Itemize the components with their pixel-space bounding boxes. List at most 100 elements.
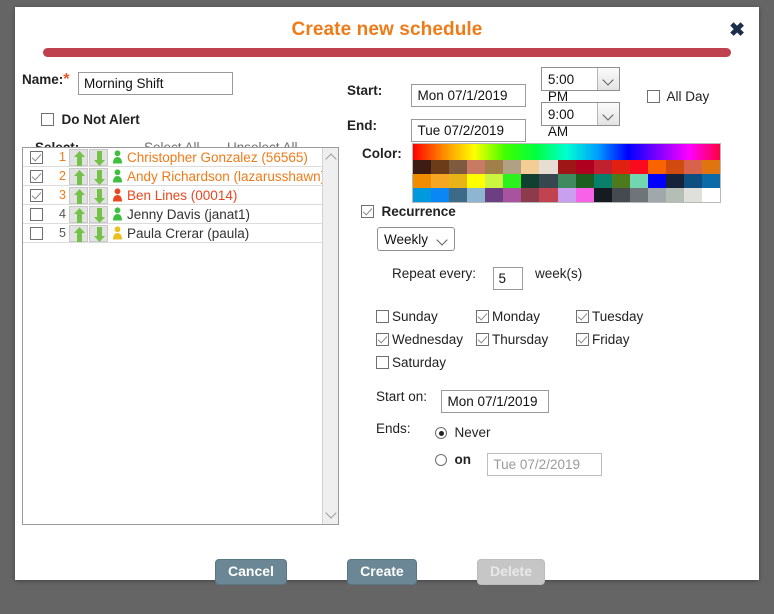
weekday-checkbox[interactable]	[376, 333, 389, 346]
ends-on-option[interactable]: on	[435, 451, 603, 476]
color-swatch[interactable]	[449, 188, 468, 202]
color-swatch[interactable]	[413, 160, 432, 174]
ends-on-radio[interactable]	[435, 454, 447, 466]
ends-on-date-input[interactable]	[487, 453, 603, 476]
color-swatch[interactable]	[431, 160, 450, 174]
color-swatch[interactable]	[449, 160, 468, 174]
color-swatch[interactable]	[683, 174, 702, 188]
person-reorder-cell[interactable]	[66, 186, 108, 204]
cancel-button[interactable]: Cancel	[215, 559, 287, 585]
color-swatch[interactable]	[467, 174, 486, 188]
color-swatch[interactable]	[449, 174, 468, 188]
color-swatch[interactable]	[413, 174, 432, 188]
weekday-option-sunday[interactable]: Sunday	[376, 308, 438, 326]
color-swatch[interactable]	[629, 174, 648, 188]
color-swatch[interactable]	[557, 160, 576, 174]
person-reorder-cell[interactable]	[66, 224, 108, 242]
color-swatch[interactable]	[611, 188, 630, 202]
table-row[interactable]: 1 Christopher Gonzalez (56565)	[23, 148, 322, 167]
move-down-icon[interactable]	[89, 186, 108, 204]
weekday-checkbox[interactable]	[576, 333, 589, 346]
frequency-select[interactable]: Weekly	[377, 227, 455, 251]
table-row[interactable]: 3 Ben Lines (00014)	[23, 186, 322, 205]
color-swatch[interactable]	[683, 188, 702, 202]
person-checkbox-cell[interactable]	[23, 188, 49, 202]
move-up-icon[interactable]	[69, 186, 88, 204]
color-swatch[interactable]	[611, 160, 630, 174]
color-swatch[interactable]	[665, 160, 684, 174]
color-swatch[interactable]	[575, 188, 594, 202]
color-swatch[interactable]	[503, 174, 522, 188]
start-time-select[interactable]: 5:00 PM	[540, 67, 620, 104]
color-swatch[interactable]	[557, 174, 576, 188]
color-swatch[interactable]	[629, 188, 648, 202]
listbox-scrollbar[interactable]	[322, 148, 338, 524]
person-checkbox-cell[interactable]	[23, 226, 49, 240]
weekday-checkbox[interactable]	[376, 310, 389, 323]
color-swatch[interactable]	[665, 188, 684, 202]
color-swatch[interactable]	[702, 174, 721, 188]
weekday-option-wednesday[interactable]: Wednesday	[376, 331, 463, 349]
color-swatch[interactable]	[683, 160, 702, 174]
color-swatch[interactable]	[539, 174, 558, 188]
color-swatch[interactable]	[467, 160, 486, 174]
weekday-option-tuesday[interactable]: Tuesday	[576, 308, 643, 326]
weekday-checkbox[interactable]	[376, 356, 389, 369]
person-checkbox[interactable]	[29, 207, 43, 221]
color-swatch[interactable]	[629, 160, 648, 174]
weekday-checkbox[interactable]	[476, 310, 489, 323]
person-reorder-cell[interactable]	[66, 148, 108, 166]
close-icon[interactable]: ✖	[729, 21, 745, 40]
color-swatch[interactable]	[611, 174, 630, 188]
weekday-option-monday[interactable]: Monday	[476, 308, 540, 326]
move-down-icon[interactable]	[89, 148, 108, 166]
table-row[interactable]: 5 Paula Crerar (paula)	[23, 224, 322, 243]
person-checkbox[interactable]	[29, 169, 43, 183]
color-swatch[interactable]	[647, 160, 666, 174]
color-swatch[interactable]	[702, 160, 721, 174]
person-checkbox-cell[interactable]	[23, 207, 49, 221]
color-swatch[interactable]	[647, 174, 666, 188]
color-swatch[interactable]	[593, 174, 612, 188]
recurrence-checkbox[interactable]	[361, 205, 374, 218]
name-input[interactable]	[77, 72, 233, 95]
scroll-up-icon[interactable]	[323, 149, 339, 165]
color-swatch[interactable]	[431, 188, 450, 202]
color-swatch[interactable]	[521, 160, 540, 174]
chevron-down-icon[interactable]	[432, 228, 454, 250]
create-button[interactable]: Create	[347, 559, 417, 585]
color-swatch[interactable]	[467, 188, 486, 202]
person-checkbox[interactable]	[29, 150, 43, 164]
recurrence-group[interactable]: Recurrence	[361, 203, 456, 221]
color-swatch[interactable]	[485, 174, 504, 188]
color-swatch[interactable]	[413, 188, 432, 202]
color-swatch[interactable]	[521, 174, 540, 188]
person-checkbox-cell[interactable]	[23, 169, 49, 183]
ends-never-radio[interactable]	[435, 427, 447, 439]
move-up-icon[interactable]	[69, 167, 88, 185]
end-date-input[interactable]	[411, 119, 527, 142]
move-down-icon[interactable]	[89, 205, 108, 223]
color-swatch[interactable]	[539, 160, 558, 174]
move-up-icon[interactable]	[69, 205, 88, 223]
person-reorder-cell[interactable]	[66, 167, 108, 185]
table-row[interactable]: 4 Jenny Davis (janat1)	[23, 205, 322, 224]
table-row[interactable]: 2 Andy Richardson (lazarusshawn)	[23, 167, 322, 186]
color-swatch[interactable]	[593, 160, 612, 174]
color-swatch[interactable]	[431, 174, 450, 188]
color-swatch[interactable]	[702, 188, 721, 202]
move-down-icon[interactable]	[89, 167, 108, 185]
color-swatch[interactable]	[575, 160, 594, 174]
color-swatch[interactable]	[557, 188, 576, 202]
color-swatch[interactable]	[503, 188, 522, 202]
color-swatch[interactable]	[539, 188, 558, 202]
person-reorder-cell[interactable]	[66, 205, 108, 223]
color-swatch[interactable]	[647, 188, 666, 202]
weekday-option-saturday[interactable]: Saturday	[376, 354, 446, 372]
color-swatch[interactable]	[503, 160, 522, 174]
person-checkbox[interactable]	[29, 226, 43, 240]
weekday-checkbox[interactable]	[576, 310, 589, 323]
color-swatch[interactable]	[521, 188, 540, 202]
weekday-option-friday[interactable]: Friday	[576, 331, 630, 349]
color-swatch[interactable]	[575, 174, 594, 188]
